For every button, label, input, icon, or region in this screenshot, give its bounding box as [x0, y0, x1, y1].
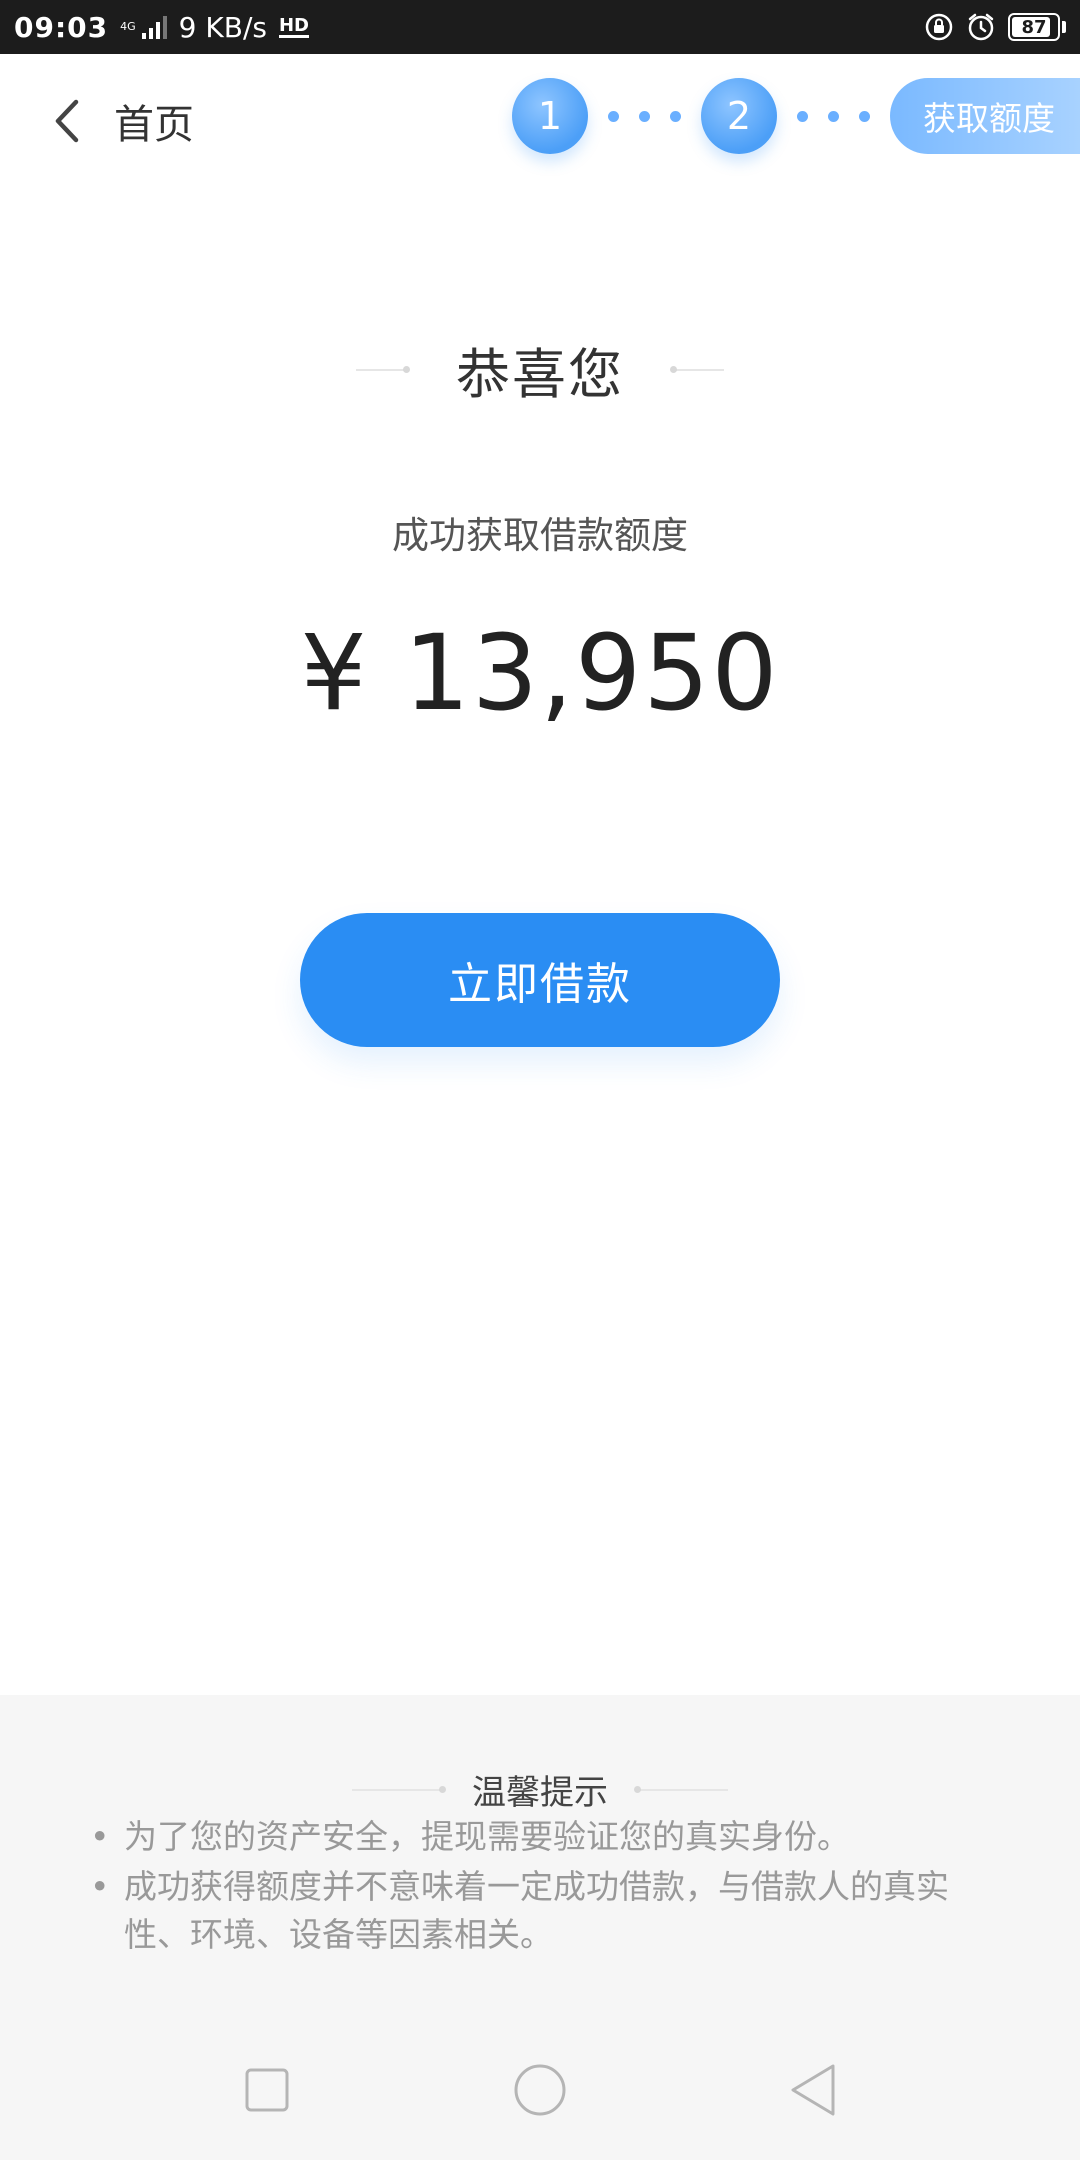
- network-type: 4G: [120, 19, 136, 33]
- header: 首页 1 2 获取额度: [0, 54, 1080, 184]
- tips-section: 温馨提示 为了您的资产安全，提现需要验证您的真实身份。 成功获得额度并不意味着一…: [0, 1695, 1080, 2160]
- back-nav-button[interactable]: [783, 2060, 843, 2120]
- triangle-back-icon: [791, 2064, 835, 2116]
- credit-amount: ¥ 13,950: [300, 612, 780, 734]
- battery-icon: 87: [1008, 13, 1060, 41]
- divider-left: [356, 365, 410, 373]
- chevron-left-icon: [55, 99, 79, 143]
- battery-level: 87: [1021, 16, 1047, 38]
- back-label: 首页: [114, 102, 194, 148]
- divider-right: [634, 1785, 728, 1793]
- step-connector: [608, 110, 681, 122]
- subtitle: 成功获取借款额度: [392, 514, 688, 557]
- status-right: 87: [924, 12, 1066, 42]
- status-time: 09:03: [14, 10, 109, 44]
- step-connector: [797, 110, 870, 122]
- tip-item: 成功获得额度并不意味着一定成功借款，与借款人的真实性、环境、设备等因素相关。: [90, 1863, 1000, 1959]
- step-progress: 1 2 获取额度: [512, 76, 1080, 156]
- status-bar: 09:03 4G 9 KB/s HD 87: [0, 0, 1080, 54]
- circle-icon: [514, 2064, 566, 2116]
- tip-item: 为了您的资产安全，提现需要验证您的真实身份。: [90, 1813, 1000, 1861]
- step-3-current: 获取额度: [890, 78, 1080, 154]
- home-button[interactable]: [510, 2060, 570, 2120]
- hd-voice-icon: HD: [278, 14, 309, 38]
- divider-right: [670, 365, 724, 373]
- signal-icon: [141, 15, 167, 39]
- step-2: 2: [701, 78, 777, 154]
- tips-list: 为了您的资产安全，提现需要验证您的真实身份。 成功获得额度并不意味着一定成功借款…: [90, 1813, 1000, 1961]
- network-speed: 9 KB/s: [178, 10, 267, 44]
- battery-cap: [1062, 21, 1066, 33]
- borrow-now-button[interactable]: 立即借款: [300, 913, 780, 1047]
- tips-title-row: 温馨提示: [0, 1765, 1080, 1814]
- divider-left: [352, 1785, 446, 1793]
- step-1: 1: [512, 78, 588, 154]
- square-icon: [245, 2068, 289, 2112]
- title-row: 恭喜您: [0, 330, 1080, 409]
- navigation-bar: [0, 2040, 1080, 2140]
- lock-rotation-icon: [925, 13, 953, 41]
- page-title: 恭喜您: [456, 343, 624, 406]
- tips-title: 温馨提示: [472, 1773, 608, 1813]
- back-button[interactable]: 首页: [50, 92, 194, 150]
- recent-apps-button[interactable]: [237, 2060, 297, 2120]
- alarm-icon: [968, 13, 994, 41]
- status-left: 09:03 4G 9 KB/s HD: [14, 11, 309, 44]
